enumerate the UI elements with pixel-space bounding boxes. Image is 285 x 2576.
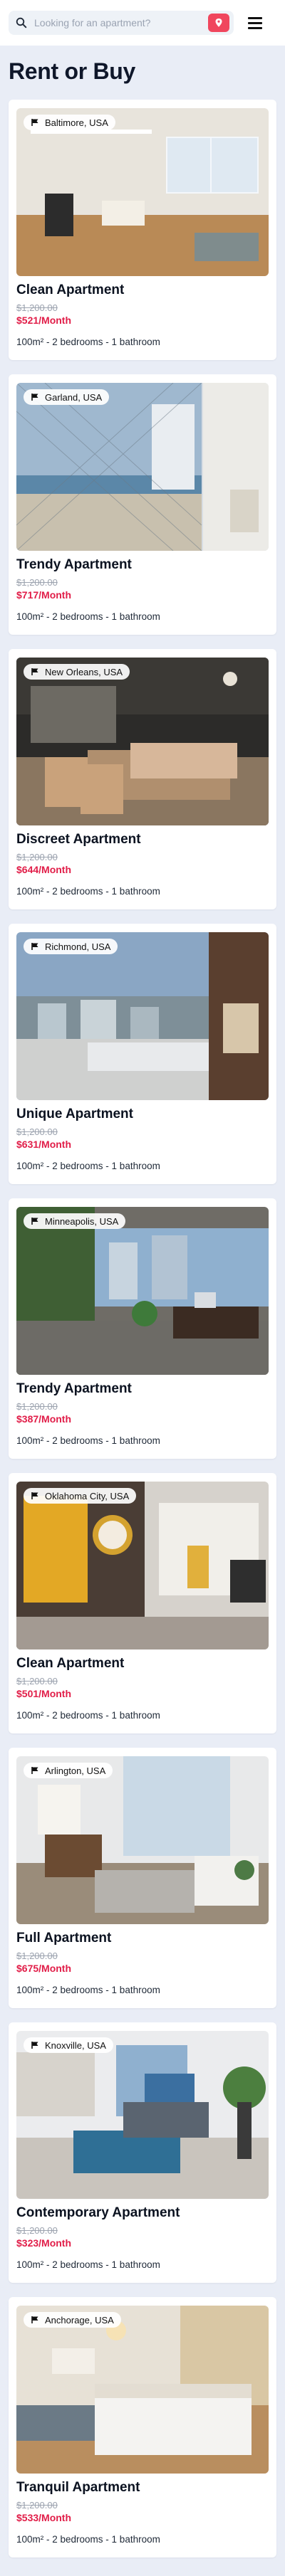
- location-label: Knoxville, USA: [45, 2039, 106, 2051]
- listing-title[interactable]: Trendy Apartment: [16, 557, 269, 573]
- listing-card[interactable]: Arlington, USA Full Apartment $1,200.00 $67…: [9, 1748, 276, 2008]
- search-bar: [9, 11, 234, 35]
- listing-card[interactable]: Anchorage, USA Tranquil Apartment $1,200.0…: [9, 2297, 276, 2557]
- listing-title[interactable]: Clean Apartment: [16, 1656, 269, 1672]
- listing-photo[interactable]: Anchorage, USA: [16, 2306, 269, 2474]
- apartment-photo: [16, 1207, 269, 1375]
- top-bar: [0, 0, 285, 46]
- location-badge: Knoxville, USA: [24, 2037, 113, 2053]
- original-price: $1,200.00: [16, 302, 58, 313]
- location-label: New Orleans, USA: [45, 666, 123, 677]
- apartment-photo: [16, 2031, 269, 2199]
- flag-icon: [31, 1767, 38, 1774]
- original-price: $1,200.00: [16, 2225, 58, 2236]
- listing-specs: 100m² - 2 bedrooms - 1 bathroom: [16, 886, 160, 897]
- flag-icon: [31, 2316, 38, 2323]
- search-icon: [16, 17, 27, 28]
- listing-photo[interactable]: Minneapolis, USA: [16, 1207, 269, 1375]
- original-price: $1,200.00: [16, 1126, 58, 1137]
- original-price: $1,200.00: [16, 577, 58, 588]
- apartment-photo: [16, 383, 269, 551]
- listing-specs: 100m² - 2 bedrooms - 1 bathroom: [16, 1710, 160, 1721]
- listing-specs: 100m² - 2 bedrooms - 1 bathroom: [16, 2259, 160, 2270]
- apartment-photo: [16, 2306, 269, 2474]
- listing-title[interactable]: Full Apartment: [16, 1931, 269, 1946]
- listing-card[interactable]: Knoxville, USA Contemporary Apartment $1,2…: [9, 2022, 276, 2283]
- listing-specs: 100m² - 2 bedrooms - 1 bathroom: [16, 337, 160, 347]
- listing-photo[interactable]: New Orleans, USA: [16, 658, 269, 825]
- original-price: $1,200.00: [16, 2500, 58, 2511]
- original-price: $1,200.00: [16, 1401, 58, 1412]
- monthly-price: $323/Month: [16, 2237, 72, 2249]
- original-price: $1,200.00: [16, 852, 58, 862]
- apartment-photo: [16, 1756, 269, 1924]
- original-price: $1,200.00: [16, 1951, 58, 1961]
- location-badge: Arlington, USA: [24, 1763, 113, 1778]
- location-badge: Richmond, USA: [24, 939, 118, 954]
- listing-title[interactable]: Tranquil Apartment: [16, 2480, 269, 2496]
- monthly-price: $501/Month: [16, 1688, 72, 1699]
- listing-photo[interactable]: Arlington, USA: [16, 1756, 269, 1924]
- original-price: $1,200.00: [16, 1676, 58, 1686]
- listing-specs: 100m² - 2 bedrooms - 1 bathroom: [16, 1985, 160, 1995]
- monthly-price: $644/Month: [16, 864, 72, 875]
- listing-card[interactable]: Baltimore, USA Clean Apartment $1,200.00 $5…: [9, 100, 276, 360]
- location-badge: Oklahoma City, USA: [24, 1488, 137, 1504]
- apartment-photo: [16, 658, 269, 825]
- listing-photo[interactable]: Baltimore, USA: [16, 108, 269, 276]
- listing-specs: 100m² - 2 bedrooms - 1 bathroom: [16, 1161, 160, 1171]
- listing-specs: 100m² - 2 bedrooms - 1 bathroom: [16, 2534, 160, 2545]
- location-badge: Garland, USA: [24, 389, 110, 405]
- monthly-price: $717/Month: [16, 589, 72, 601]
- listing-photo[interactable]: Oklahoma City, USA: [16, 1482, 269, 1649]
- listing-photo[interactable]: Knoxville, USA: [16, 2031, 269, 2199]
- location-label: Richmond, USA: [45, 941, 111, 952]
- location-label: Arlington, USA: [45, 1765, 106, 1776]
- listing-card[interactable]: New Orleans, USA Discreet Apartment $1,200…: [9, 649, 276, 909]
- monthly-price: $387/Month: [16, 1413, 72, 1425]
- flag-icon: [31, 394, 38, 401]
- hamburger-menu-icon[interactable]: [245, 13, 265, 33]
- location-label: Oklahoma City, USA: [45, 1490, 130, 1501]
- page-title: Rent or Buy: [9, 58, 136, 84]
- listing-card[interactable]: Oklahoma City, USA Clean Apartment $1,200.…: [9, 1473, 276, 1733]
- listing-title[interactable]: Trendy Apartment: [16, 1381, 269, 1397]
- listing-card[interactable]: Minneapolis, USA Trendy Apartment $1,200.0…: [9, 1198, 276, 1459]
- location-badge: Baltimore, USA: [24, 115, 115, 130]
- listing-card[interactable]: Richmond, USA Unique Apartment $1,200.00 $6…: [9, 924, 276, 1184]
- listing-title[interactable]: Clean Apartment: [16, 283, 269, 298]
- location-label: Baltimore, USA: [45, 117, 108, 128]
- listing-title[interactable]: Discreet Apartment: [16, 832, 269, 848]
- listing-list: Baltimore, USA Clean Apartment $1,200.00 $5…: [9, 100, 276, 2572]
- location-label: Garland, USA: [45, 391, 103, 403]
- location-badge: Anchorage, USA: [24, 2312, 121, 2328]
- flag-icon: [31, 668, 38, 675]
- flag-icon: [31, 1492, 38, 1499]
- listing-photo[interactable]: Garland, USA: [16, 383, 269, 551]
- search-input[interactable]: [34, 17, 201, 28]
- apartment-photo: [16, 932, 269, 1100]
- apartment-photo: [16, 1482, 269, 1649]
- flag-icon: [31, 1218, 38, 1225]
- listing-specs: 100m² - 2 bedrooms - 1 bathroom: [16, 611, 160, 622]
- flag-icon: [31, 943, 38, 950]
- location-search-button[interactable]: [208, 14, 229, 32]
- listing-title[interactable]: Contemporary Apartment: [16, 2205, 269, 2221]
- apartment-photo: [16, 108, 269, 276]
- location-label: Minneapolis, USA: [45, 1215, 119, 1227]
- listing-title[interactable]: Unique Apartment: [16, 1107, 269, 1122]
- monthly-price: $631/Month: [16, 1139, 72, 1150]
- listing-card[interactable]: Garland, USA Trendy Apartment $1,200.00 $71…: [9, 374, 276, 635]
- flag-icon: [31, 119, 38, 126]
- monthly-price: $533/Month: [16, 2512, 72, 2523]
- listing-specs: 100m² - 2 bedrooms - 1 bathroom: [16, 1435, 160, 1446]
- flag-icon: [31, 2042, 38, 2049]
- monthly-price: $521/Month: [16, 315, 72, 326]
- location-badge: Minneapolis, USA: [24, 1213, 126, 1229]
- pin-icon: [215, 19, 222, 27]
- monthly-price: $675/Month: [16, 1963, 72, 1974]
- location-badge: New Orleans, USA: [24, 664, 130, 680]
- location-label: Anchorage, USA: [45, 2314, 114, 2326]
- listing-photo[interactable]: Richmond, USA: [16, 932, 269, 1100]
